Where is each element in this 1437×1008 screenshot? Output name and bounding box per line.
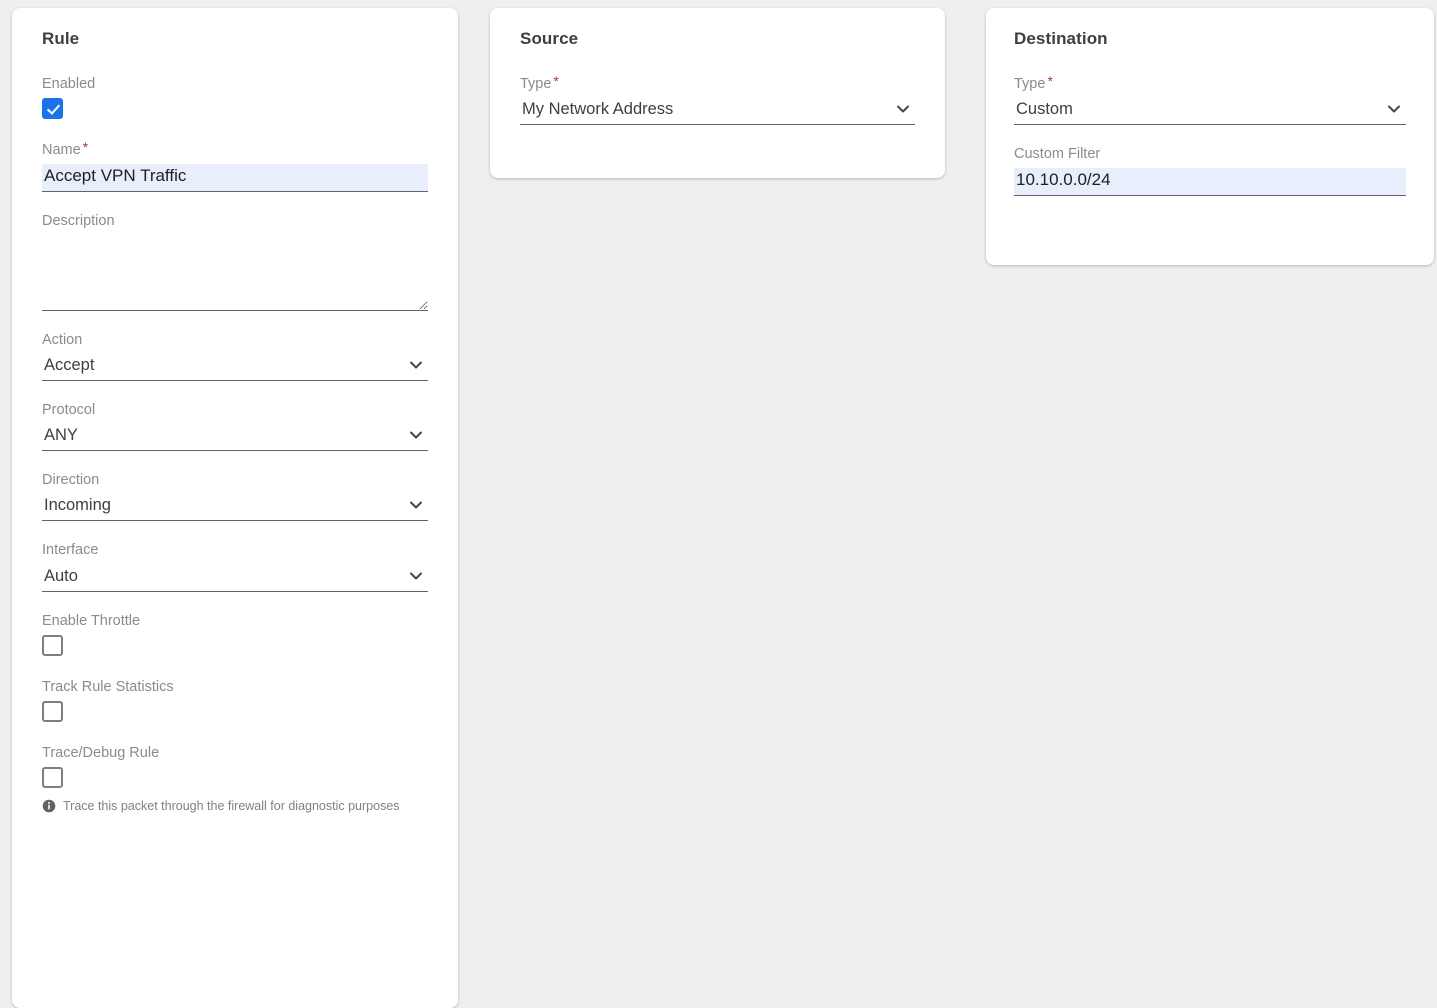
source-card-title: Source [520, 29, 579, 48]
destination-type-select-wrap [1014, 97, 1406, 125]
enable-throttle-checkbox[interactable] [42, 634, 63, 656]
description-textarea[interactable] [42, 235, 428, 312]
trace-debug-rule-hint: Trace this packet through the firewall f… [42, 797, 428, 815]
enabled-checkbox[interactable] [42, 97, 63, 119]
action-select[interactable] [42, 354, 428, 382]
track-rule-statistics-checkbox[interactable] [42, 700, 63, 722]
direction-label: Direction [42, 472, 100, 489]
source-type-select-wrap [520, 97, 915, 125]
destination-card: Destination Type* Custom Filter [986, 8, 1434, 265]
field-custom-filter: Custom Filter [1014, 145, 1406, 196]
custom-filter-label: Custom Filter [1014, 145, 1101, 162]
protocol-label: Protocol [42, 402, 96, 419]
destination-type-label: Type * [1014, 72, 1406, 93]
destination-card-title: Destination [1014, 29, 1108, 48]
rule-card-title: Rule [42, 29, 80, 48]
trace-debug-rule-label: Trace/Debug Rule [42, 744, 160, 761]
rule-editor-board: Rule Enabled Name* Description Action [0, 0, 1437, 1008]
field-enable-throttle: Enable Throttle [42, 612, 428, 656]
destination-type-label-text: Type [1014, 75, 1046, 92]
source-card: Source Type * [490, 8, 945, 178]
destination-type-select[interactable] [1014, 97, 1406, 125]
trace-debug-rule-checkbox[interactable] [42, 766, 63, 788]
interface-label: Interface [42, 542, 99, 559]
field-interface: Interface [42, 541, 428, 592]
field-action: Action [42, 331, 428, 382]
field-destination-type: Type * [1014, 72, 1406, 125]
source-type-select[interactable] [520, 97, 915, 125]
source-type-label-text: Type [520, 75, 552, 92]
source-type-label: Type * [520, 72, 915, 93]
source-type-required-marker: * [553, 72, 559, 89]
protocol-select-wrap [42, 424, 428, 452]
action-label: Action [42, 332, 83, 349]
info-icon [42, 799, 56, 813]
trace-debug-rule-hint-text: Trace this packet through the firewall f… [63, 798, 400, 813]
field-description: Description [42, 212, 428, 312]
field-enabled: Enabled [42, 75, 428, 119]
field-protocol: Protocol [42, 401, 428, 452]
field-trace-debug-rule: Trace/Debug Rule Trace this packet throu… [42, 744, 428, 815]
name-input[interactable] [42, 163, 428, 192]
destination-type-required-marker: * [1047, 72, 1053, 89]
custom-filter-input[interactable] [1014, 167, 1406, 196]
description-label: Description [42, 212, 115, 229]
field-direction: Direction [42, 471, 428, 522]
protocol-select[interactable] [42, 424, 428, 452]
field-track-rule-statistics: Track Rule Statistics [42, 678, 428, 722]
track-rule-statistics-label: Track Rule Statistics [42, 678, 174, 695]
direction-select-wrap [42, 494, 428, 522]
enabled-label: Enabled [42, 75, 96, 92]
interface-select-wrap [42, 564, 428, 592]
name-label-text: Name [42, 141, 81, 158]
field-source-type: Type * [520, 72, 915, 125]
direction-select[interactable] [42, 494, 428, 522]
enable-throttle-label: Enable Throttle [42, 612, 141, 629]
field-name: Name * [42, 138, 428, 192]
name-required-marker: * [82, 138, 89, 155]
name-label: Name * [42, 138, 428, 159]
rule-card: Rule Enabled Name* Description Action [12, 8, 458, 1008]
interface-select[interactable] [42, 564, 428, 592]
action-select-wrap [42, 354, 428, 382]
